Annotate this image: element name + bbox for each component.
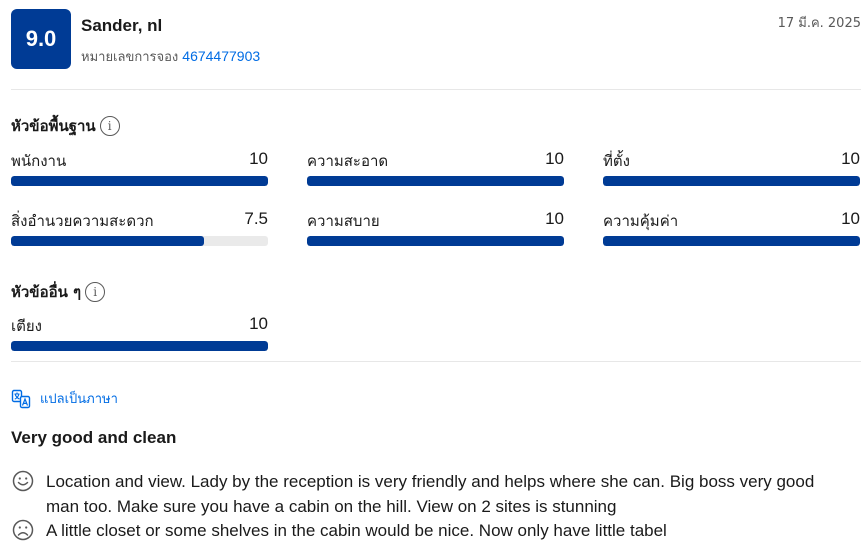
metric-value-for-money: ความคุ้มค่า 10 <box>603 209 860 249</box>
metric-value: 10 <box>545 149 564 168</box>
metric-value: 7.5 <box>244 209 268 228</box>
metric-bar <box>11 236 268 246</box>
metric-facilities: สิ่งอำนวยความสะดวก 7.5 <box>11 209 268 249</box>
booking-info: หมายเลขการจอง 4674477903 <box>81 46 260 67</box>
review-date: 17 มี.ค. 2025 <box>777 16 861 31</box>
metric-bar <box>603 236 860 246</box>
metric-value: 10 <box>249 314 268 333</box>
translate-label: แปลเป็นภาษา <box>40 392 118 407</box>
metric-cleanliness: ความสะอาด 10 <box>307 149 564 189</box>
metric-value: 10 <box>545 209 564 228</box>
metric-comfort: ความสบาย 10 <box>307 209 564 249</box>
divider <box>11 361 861 362</box>
info-icon[interactable]: i <box>85 282 106 302</box>
frown-icon <box>12 519 34 541</box>
divider <box>11 89 861 90</box>
metric-bar <box>11 341 268 351</box>
metric-label: สิ่งอำนวยความสะดวก <box>11 212 154 230</box>
positive-comment: Location and view. Lady by the reception… <box>11 469 841 519</box>
translate-link[interactable]: แปลเป็นภาษา <box>11 388 118 409</box>
metric-value: 10 <box>841 209 860 228</box>
metric-label: พนักงาน <box>11 152 67 170</box>
other-topics-heading: หัวข้ออื่น ๆ i <box>11 280 106 304</box>
metric-staff: พนักงาน 10 <box>11 149 268 189</box>
translate-icon <box>11 389 31 408</box>
negative-comment: A little closet or some shelves in the c… <box>11 518 841 543</box>
reviewer-name: Sander, nl <box>81 16 163 35</box>
metric-label: เตียง <box>11 317 42 335</box>
metric-bar <box>603 176 860 186</box>
metric-bar-fill <box>307 236 564 246</box>
metric-bar-fill <box>11 176 268 186</box>
metric-label: ความสบาย <box>307 212 380 230</box>
metric-value: 10 <box>249 149 268 168</box>
metric-bar <box>307 236 564 246</box>
metric-label: ความสะอาด <box>307 152 389 170</box>
metric-bar-fill <box>603 236 860 246</box>
basic-topics-heading: หัวข้อพื้นฐาน i <box>11 114 120 138</box>
metric-bar <box>11 176 268 186</box>
metric-bar-fill <box>603 176 860 186</box>
metric-bar-fill <box>307 176 564 186</box>
smile-icon <box>12 470 34 492</box>
positive-text: Location and view. Lady by the reception… <box>46 472 815 516</box>
metric-bar-fill <box>11 236 204 246</box>
booking-label: หมายเลขการจอง <box>81 50 179 65</box>
booking-number-link[interactable]: 4674477903 <box>182 48 260 64</box>
metric-bar <box>307 176 564 186</box>
score-badge: 9.0 <box>11 9 71 69</box>
metric-bed: เตียง 10 <box>11 314 268 354</box>
metric-label: ความคุ้มค่า <box>603 212 679 230</box>
metric-location: ที่ตั้ง 10 <box>603 149 860 189</box>
metric-value: 10 <box>841 149 860 168</box>
info-icon[interactable]: i <box>99 116 120 136</box>
review-title: Very good and clean <box>11 428 177 447</box>
metric-bar-fill <box>11 341 268 351</box>
other-topics-title: หัวข้ออื่น ๆ <box>11 283 82 301</box>
metric-label: ที่ตั้ง <box>603 152 630 170</box>
negative-text: A little closet or some shelves in the c… <box>46 521 667 540</box>
review-header: 9.0 Sander, nl หมายเลขการจอง 4674477903 1… <box>11 9 861 71</box>
basic-topics-title: หัวข้อพื้นฐาน <box>11 117 96 135</box>
